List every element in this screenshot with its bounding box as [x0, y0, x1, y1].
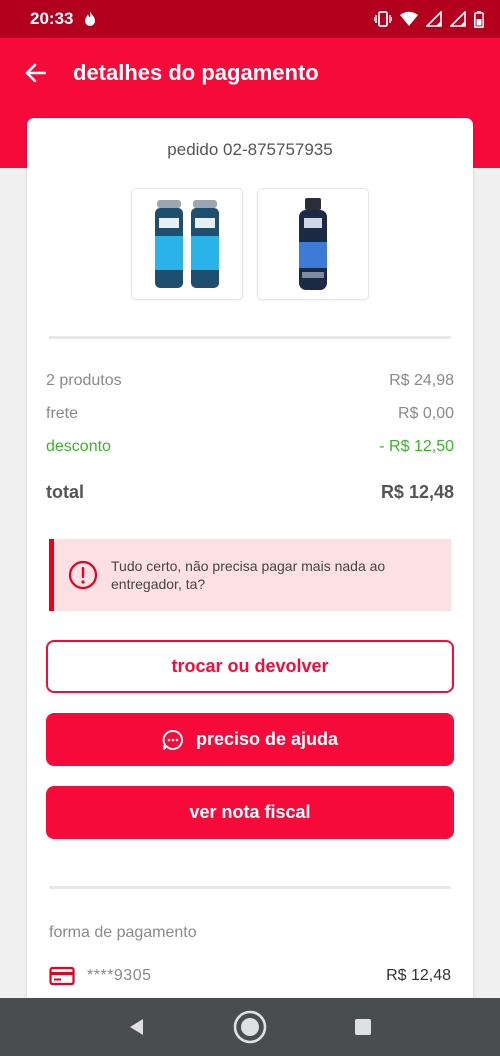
discount-value: - R$ 12,50: [379, 438, 454, 455]
credit-card-icon: [49, 966, 75, 986]
deodorant-bottle-image: [299, 198, 327, 290]
help-label: preciso de ajuda: [195, 729, 339, 749]
payment-method-row: ****9305 R$ 12,48: [49, 966, 451, 986]
divider: [49, 886, 451, 889]
back-button[interactable]: [18, 58, 52, 88]
shipping-label: frete: [46, 405, 79, 422]
total-value: R$ 12,48: [380, 482, 454, 502]
nav-back-button[interactable]: [117, 1007, 157, 1047]
arrow-left-icon: [25, 63, 46, 83]
triangle-back-icon: [129, 1019, 143, 1035]
card-number: ****9305: [87, 967, 152, 984]
shipping-row: frete R$ 0,00: [46, 405, 454, 423]
product-thumbnail-2[interactable]: [257, 188, 369, 300]
payment-method-label: forma de pagamento: [49, 924, 197, 941]
nav-home-button[interactable]: [230, 1007, 270, 1047]
signal-icon: [426, 11, 442, 27]
status-time: 20:33: [30, 9, 74, 28]
view-invoice-button[interactable]: ver nota fiscal: [46, 786, 454, 839]
wifi-icon: [400, 11, 418, 26]
shipping-value: R$ 0,00: [397, 405, 454, 422]
nav-recents-button[interactable]: [343, 1007, 383, 1047]
discount-label: desconto: [46, 438, 111, 455]
divider: [49, 336, 451, 339]
exchange-return-label: trocar ou devolver: [171, 656, 329, 676]
product-thumbnail-1[interactable]: [131, 188, 243, 300]
products-value: R$ 24,98: [389, 372, 454, 389]
info-notice: Tudo certo, não precisa pagar mais nada …: [49, 539, 451, 611]
total-row: total R$ 12,48: [46, 482, 454, 503]
discount-row: desconto - R$ 12,50: [46, 438, 454, 456]
help-button[interactable]: preciso de ajuda: [46, 713, 454, 766]
vibrate-icon: [374, 11, 392, 27]
deodorant-pack-image: [155, 200, 219, 288]
exchange-return-button[interactable]: trocar ou devolver: [46, 640, 454, 693]
total-label: total: [46, 482, 84, 502]
status-icons: [374, 10, 484, 28]
status-bar: 20:33: [0, 0, 500, 38]
payment-details-card: pedido 02-875757935 2 produtos R$ 24,98 …: [27, 118, 473, 1018]
square-recents-icon: [355, 1019, 372, 1035]
payment-amount: R$ 12,48: [386, 967, 451, 984]
signal-icon-2: [450, 11, 466, 27]
view-invoice-label: ver nota fiscal: [189, 802, 311, 822]
battery-icon: [474, 10, 484, 28]
notice-text: Tudo certo, não precisa pagar mais nada …: [111, 558, 386, 592]
products-label: 2 produtos: [46, 372, 122, 389]
home-circle-icon: [233, 1010, 267, 1044]
chat-bubble-icon: [162, 729, 183, 750]
products-row: 2 produtos R$ 24,98: [46, 372, 454, 390]
order-id: pedido 02-875757935: [167, 140, 333, 159]
system-nav-bar: [0, 998, 500, 1056]
page-title: detalhes do pagamento: [73, 60, 319, 85]
info-icon: [68, 560, 98, 590]
flame-icon: [85, 11, 96, 26]
